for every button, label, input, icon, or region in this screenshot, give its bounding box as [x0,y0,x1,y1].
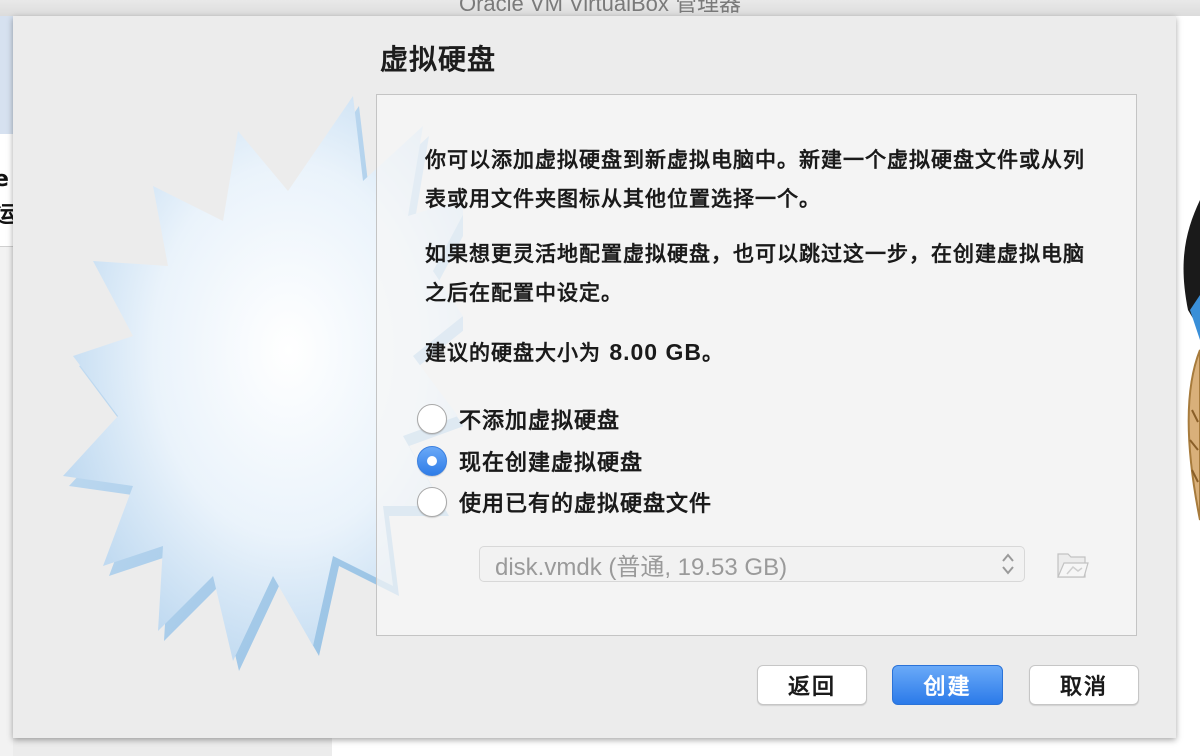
recommended-size-prefix: 建议的硬盘大小为 [425,341,610,365]
radio-no-hard-disk[interactable]: 不添加虚拟硬盘 [417,401,620,437]
main-window-bottom-area [332,738,1200,756]
radio-button-checked[interactable] [417,446,447,476]
up-down-chevron-icon [1002,553,1014,575]
radio-create-hard-disk-now[interactable]: 现在创建虚拟硬盘 [417,443,643,479]
back-button[interactable]: 返回 [757,665,867,705]
sidebar-selected-item[interactable] [0,16,13,135]
sidebar-vm-item-text: e 运行 [0,162,13,234]
page-title: 虚拟硬盘 [380,43,497,76]
recommended-size-text: 建议的硬盘大小为 8.00 GB。 [425,333,1095,373]
skip-hint-paragraph: 如果想更灵活地配置虚拟硬盘，也可以跳过这一步，在创建虚拟电脑之后在配置中设定。 [425,242,1085,305]
main-window-titlebar: Oracle VM VirtualBox 管理器 [0,0,1200,16]
radio-label: 现在创建虚拟硬盘 [459,451,644,476]
new-vm-wizard-sheet: 虚拟硬盘 你可以添加虚拟硬盘到新虚拟电脑中。新建一个虚拟硬盘文件或从列表或用文件… [13,16,1176,738]
window-title: Oracle VM VirtualBox 管理器 [458,0,741,16]
radio-label: 使用已有的虚拟硬盘文件 [459,492,713,517]
wizard-content-panel: 你可以添加虚拟硬盘到新虚拟电脑中。新建一个虚拟硬盘文件或从列表或用文件夹图标从其… [376,94,1137,636]
recommended-size-suffix: 。 [701,341,724,365]
create-button[interactable]: 创建 [892,665,1003,705]
preview-art-icon [1176,200,1200,530]
folder-open-icon[interactable] [1055,548,1089,580]
radio-button[interactable] [417,404,447,434]
radio-label: 不添加虚拟硬盘 [459,409,621,434]
radio-use-existing-hard-disk[interactable]: 使用已有的虚拟硬盘文件 [417,484,712,520]
radio-button[interactable] [417,487,447,517]
recommended-size-value: 8.00 GB [609,339,702,365]
cancel-button[interactable]: 取消 [1029,665,1139,705]
existing-disk-select[interactable]: disk.vmdk (普通, 19.53 GB) [479,546,1025,582]
existing-disk-select-value: disk.vmdk (普通, 19.53 GB) [495,553,788,581]
intro-paragraph: 你可以添加虚拟硬盘到新虚拟电脑中。新建一个虚拟硬盘文件或从列表或用文件夹图标从其… [425,148,1085,211]
sidebar-vm-item[interactable]: e 运行 [0,134,13,247]
radio-dot-icon [427,456,437,466]
